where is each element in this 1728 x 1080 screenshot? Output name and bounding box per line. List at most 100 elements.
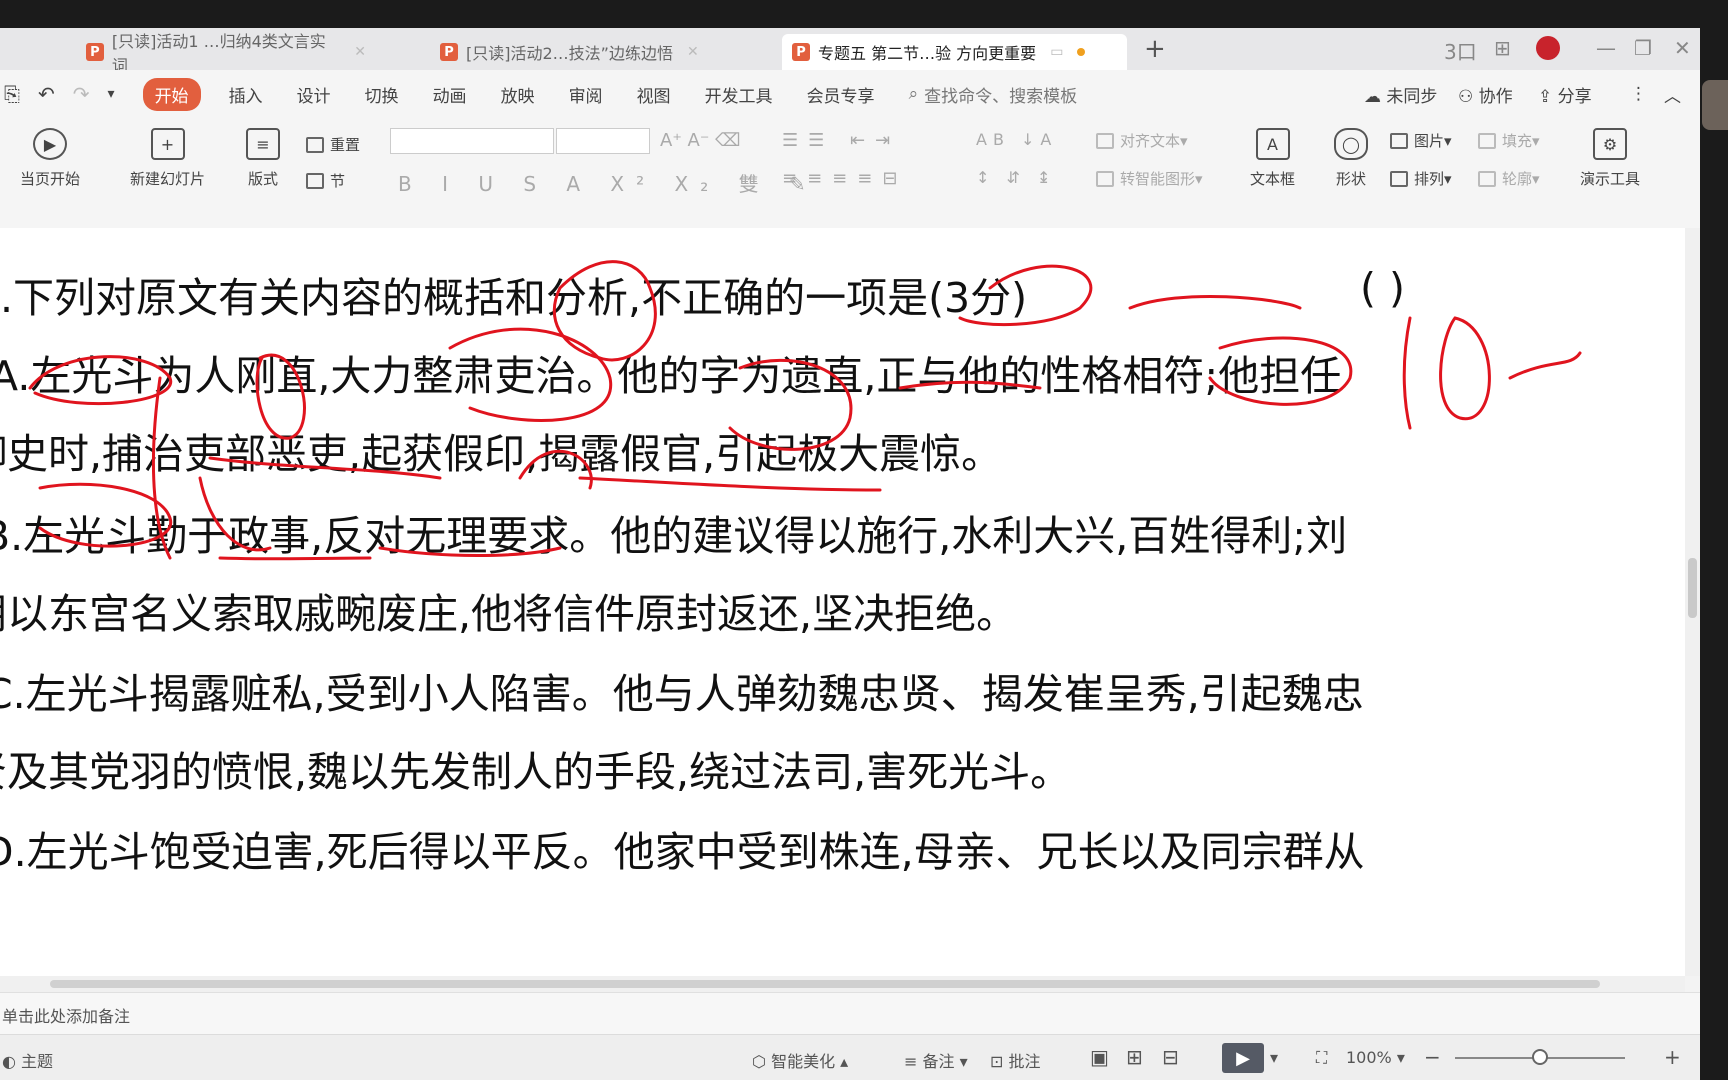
shapes-button[interactable]: ◯ 形状 xyxy=(1334,128,1368,189)
picture-button[interactable]: 图片 ▾ xyxy=(1390,130,1452,151)
collapse-ribbon-icon[interactable]: ︿ xyxy=(1664,82,1681,107)
font-size-grow-shrink[interactable]: A⁺ A⁻ ⌫ xyxy=(660,130,741,151)
menu-bar: ⎘ ↶ ↷ ▾ 开始 插入 设计 切换 动画 放映 审阅 视图 开发工具 会员专… xyxy=(0,70,1700,118)
font-name-select[interactable] xyxy=(390,128,554,154)
scroll-thumb[interactable] xyxy=(1688,558,1697,618)
vertical-scrollbar[interactable] xyxy=(1685,228,1700,976)
section-button[interactable]: 节 xyxy=(306,170,345,191)
ribbon-toolbar: ▶ 当页开始 + 新建幻灯片 ≡ 版式 重置 节 A⁺ A⁻ ⌫ B I U S… xyxy=(0,118,1700,229)
undo-icon[interactable]: ↶ xyxy=(38,82,55,106)
ink-stroke xyxy=(378,546,562,557)
slideshow-play-button[interactable]: ▶ xyxy=(1222,1043,1264,1073)
notes-toggle-button[interactable]: ≡ 备注 ▾ xyxy=(904,1048,968,1072)
tab-close-icon[interactable]: ✕ xyxy=(687,44,699,60)
new-slide-button[interactable]: + 新建幻灯片 xyxy=(130,128,205,189)
fit-window-icon[interactable]: ⛶ xyxy=(1316,1048,1327,1068)
scroll-thumb[interactable] xyxy=(50,980,1600,988)
quick-access-dropdown-icon[interactable]: ▾ xyxy=(108,86,115,102)
align-text-button[interactable]: 对齐文本 ▾ xyxy=(1096,130,1188,151)
presentation-tools-icon: ⚙ xyxy=(1593,128,1627,160)
ink-stroke xyxy=(28,355,173,406)
zoom-out-button[interactable]: − xyxy=(1424,1045,1441,1069)
line-spacing-buttons[interactable]: ↕ ⇵ ↨ xyxy=(976,168,1056,187)
reset-button[interactable]: 重置 xyxy=(306,134,360,155)
ink-annotations xyxy=(28,260,1582,561)
menu-transition[interactable]: 切换 xyxy=(365,82,399,107)
play-from-current-button[interactable]: ▶ 当页开始 xyxy=(20,128,80,189)
close-button[interactable]: ✕ xyxy=(1674,36,1691,60)
tab-screen-icon[interactable]: ▭ xyxy=(1050,44,1063,60)
zoom-level[interactable]: 100% ▾ xyxy=(1346,1048,1405,1067)
theme-button[interactable]: ◐ 主题 xyxy=(2,1048,53,1072)
menu-design[interactable]: 设计 xyxy=(297,82,331,107)
text-direction-buttons[interactable]: AB ↓A xyxy=(976,130,1057,149)
reading-view-icon[interactable]: ⊟ xyxy=(1162,1045,1179,1069)
ink-stroke xyxy=(1508,351,1582,380)
normal-view-icon[interactable]: ▣ xyxy=(1090,1045,1109,1069)
ink-stroke xyxy=(518,449,593,490)
font-style-buttons[interactable]: B I U S A X² X₂ 雙 ✎ xyxy=(398,168,818,197)
grid-view-icon[interactable]: ⊞ xyxy=(1494,36,1511,60)
webcam-overlay xyxy=(1702,80,1728,130)
ink-stroke xyxy=(1208,336,1353,406)
outline-icon xyxy=(1478,170,1496,187)
command-search[interactable]: ⌕ 查找命令、搜索模板 xyxy=(909,82,1078,107)
notes-pane[interactable]: 单击此处添加备注 xyxy=(0,992,1700,1035)
menu-start[interactable]: 开始 xyxy=(142,77,201,111)
horizontal-scrollbar[interactable] xyxy=(0,976,1685,992)
slide-canvas[interactable]: .下列对原文有关内容的概括和分析,不正确的一项是(3分)( ) A.左光斗为人刚… xyxy=(0,228,1685,976)
menu-view[interactable]: 视图 xyxy=(637,82,671,107)
textbox-button[interactable]: A 文本框 xyxy=(1250,128,1295,189)
fill-button[interactable]: 填充 ▾ xyxy=(1478,130,1540,151)
restore-button[interactable]: ❐ xyxy=(1634,36,1652,60)
play-icon: ▶ xyxy=(33,128,67,160)
new-slide-icon: + xyxy=(150,128,185,160)
smartart-icon xyxy=(1096,170,1114,187)
ink-stroke xyxy=(898,380,1042,390)
tab-activity2[interactable]: P [只读]活动2…技法”边练边悟 ✕ xyxy=(430,34,730,70)
menu-slideshow[interactable]: 放映 xyxy=(501,82,535,107)
ink-stroke xyxy=(552,260,657,362)
ppt-file-icon: P xyxy=(86,43,104,61)
arrange-icon xyxy=(1390,170,1408,187)
ink-stroke xyxy=(578,476,882,492)
slideshow-dropdown-icon[interactable]: ▾ xyxy=(1270,1048,1278,1067)
paragraph-align-buttons[interactable]: ≡≡≡≡⊟ xyxy=(782,168,907,189)
arrange-button[interactable]: 排列 ▾ xyxy=(1390,168,1452,189)
presentation-tools-button[interactable]: ⚙ 演示工具 xyxy=(1580,128,1640,189)
user-avatar[interactable] xyxy=(1536,36,1560,60)
share-button[interactable]: ⇪ 分享 xyxy=(1538,82,1592,107)
tab-activity1[interactable]: P [只读]活动1 …归纳4类文言实词 ✕ xyxy=(76,32,376,75)
more-icon[interactable]: ⋮ xyxy=(1630,84,1647,104)
zoom-slider-knob[interactable] xyxy=(1532,1049,1548,1065)
convert-smartart-button[interactable]: 转智能图形 ▾ xyxy=(1096,168,1203,189)
search-placeholder: 查找命令、搜索模板 xyxy=(924,86,1078,107)
outline-button[interactable]: 轮廓 ▾ xyxy=(1478,168,1540,189)
tab-current-doc[interactable]: P 专题五 第二节…验 方向更重要 ▭ xyxy=(782,34,1127,70)
menu-developer[interactable]: 开发工具 xyxy=(705,82,773,107)
screen-edge xyxy=(1700,0,1728,1080)
search-icon: ⌕ xyxy=(908,84,919,104)
zoom-in-button[interactable]: + xyxy=(1664,1045,1681,1069)
slide-sorter-icon[interactable]: ⊞ xyxy=(1126,1045,1143,1069)
collaborate-button[interactable]: ⚇ 协作 xyxy=(1458,82,1513,107)
menu-member[interactable]: 会员专享 xyxy=(807,82,875,107)
menu-review[interactable]: 审阅 xyxy=(569,82,603,107)
reset-icon xyxy=(306,136,324,153)
layout-toggle-icon[interactable]: 3口 xyxy=(1444,36,1477,65)
smart-beautify-button[interactable]: ⬡ 智能美化 ▴ xyxy=(752,1048,848,1072)
new-tab-button[interactable]: + xyxy=(1144,34,1166,64)
font-size-select[interactable] xyxy=(556,128,650,154)
layout-icon: ≡ xyxy=(246,128,280,160)
sync-status[interactable]: ☁ 未同步 xyxy=(1364,82,1437,107)
list-indent-buttons[interactable]: ☰☰ ⇤⇥ xyxy=(782,130,900,151)
ink-stroke xyxy=(448,327,613,422)
menu-animation[interactable]: 动画 xyxy=(433,82,467,107)
redo-icon[interactable]: ↷ xyxy=(73,82,90,106)
preview-icon[interactable]: ⎘ xyxy=(4,82,20,106)
layout-button[interactable]: ≡ 版式 xyxy=(246,128,280,189)
tab-close-icon[interactable]: ✕ xyxy=(354,44,366,60)
menu-insert[interactable]: 插入 xyxy=(229,82,263,107)
minimize-button[interactable]: — xyxy=(1596,36,1616,60)
comment-button[interactable]: ⊡ 批注 xyxy=(990,1048,1041,1072)
